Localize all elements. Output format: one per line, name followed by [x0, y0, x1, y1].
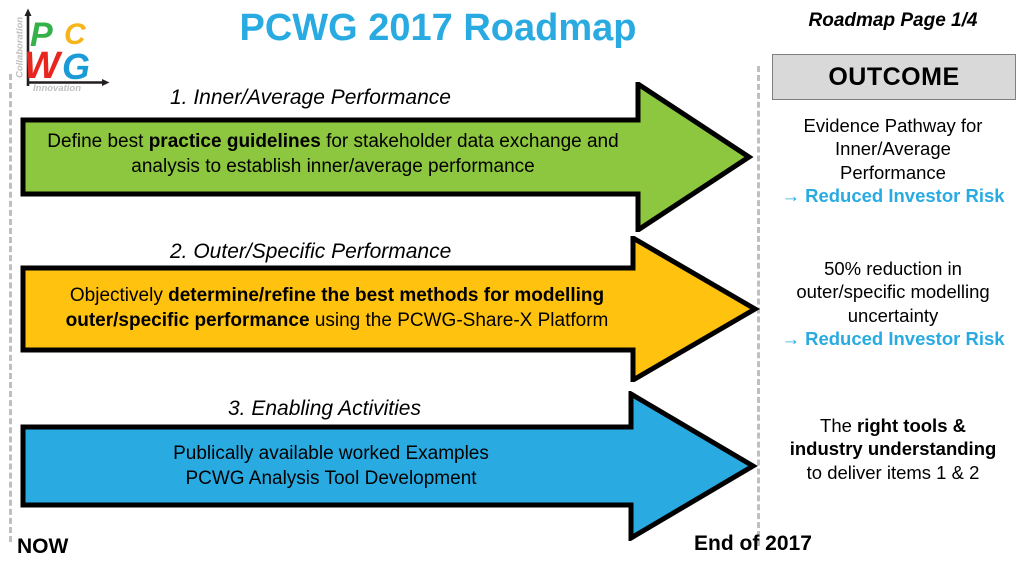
outcome-block-1: Evidence Pathway for Inner/Average Perfo…: [766, 114, 1020, 208]
step-1-body-seg-2: practice guidelines: [148, 131, 321, 152]
outcome-2-line-1: 50% reduction in: [824, 258, 962, 279]
outcome-1-result-text: Reduced Investor Risk: [805, 185, 1005, 207]
outcome-1-line-3: Performance: [840, 161, 946, 183]
outcome-1-line-2: Inner/Average: [835, 138, 951, 160]
pcwg-logo: Collaboration Innovation P C W G: [10, 2, 114, 92]
outcome-1-result: → Reduced Investor Risk: [766, 184, 1020, 207]
outcome-3-line-3: to deliver items 1 & 2: [806, 461, 980, 483]
result-arrow-icon: →: [781, 328, 800, 350]
outcome-2-line-3: uncertainty: [847, 304, 939, 326]
step-2-body: Objectively determine/refine the best me…: [28, 283, 646, 333]
step-3-body-line-1: Publically available worked Examples: [173, 443, 489, 464]
outcome-3-line-1: The right tools &: [766, 414, 1020, 437]
outcome-2-result-text: Reduced Investor Risk: [805, 328, 1005, 350]
outcome-header: OUTCOME: [772, 54, 1016, 100]
timeline-label-now: NOW: [17, 535, 69, 558]
step-3-body: Publically available worked Examples PCW…: [28, 441, 634, 491]
step-3-body-line-2: PCWG Analysis Tool Development: [185, 468, 477, 490]
step-2-body-seg-1: Objectively: [69, 285, 169, 306]
outcome-2-result: → Reduced Investor Risk: [766, 327, 1020, 350]
outcome-3-plain-1: The: [820, 415, 858, 436]
outcome-block-2: 50% reduction in outer/specific modellin…: [766, 257, 1020, 351]
step-1-body: Define best practice guidelines for stak…: [28, 129, 638, 179]
outcome-block-3: The right tools & industry understanding…: [766, 414, 1020, 484]
page-title: PCWG 2017 Roadmap: [239, 7, 637, 49]
roadmap-slide: Collaboration Innovation P C W G PCWG 20…: [0, 0, 1024, 576]
step-2-body-seg-3: using the PCWG-Share-X Platform: [309, 310, 609, 332]
step-3-caption: 3. Enabling Activities: [228, 397, 421, 420]
outcome-3-line-2: industry understanding: [789, 438, 997, 460]
svg-text:W: W: [24, 45, 63, 87]
result-arrow-icon: →: [781, 185, 800, 207]
outcome-3-bold-1: right tools &: [857, 415, 966, 436]
step-1-body-seg-1: Define best: [47, 131, 149, 152]
step-2-caption: 2. Outer/Specific Performance: [170, 240, 452, 263]
outcome-2-line-2: outer/specific modelling: [796, 281, 990, 303]
step-1-caption: 1. Inner/Average Performance: [170, 86, 451, 109]
svg-text:G: G: [62, 46, 90, 87]
timeline-label-end: End of 2017: [694, 532, 812, 555]
outcome-1-line-1: Evidence Pathway for: [803, 115, 983, 136]
page-indicator: Roadmap Page 1/4: [808, 10, 978, 31]
outcome-header-label: OUTCOME: [828, 62, 960, 91]
timeline-rule-now: [9, 74, 12, 542]
